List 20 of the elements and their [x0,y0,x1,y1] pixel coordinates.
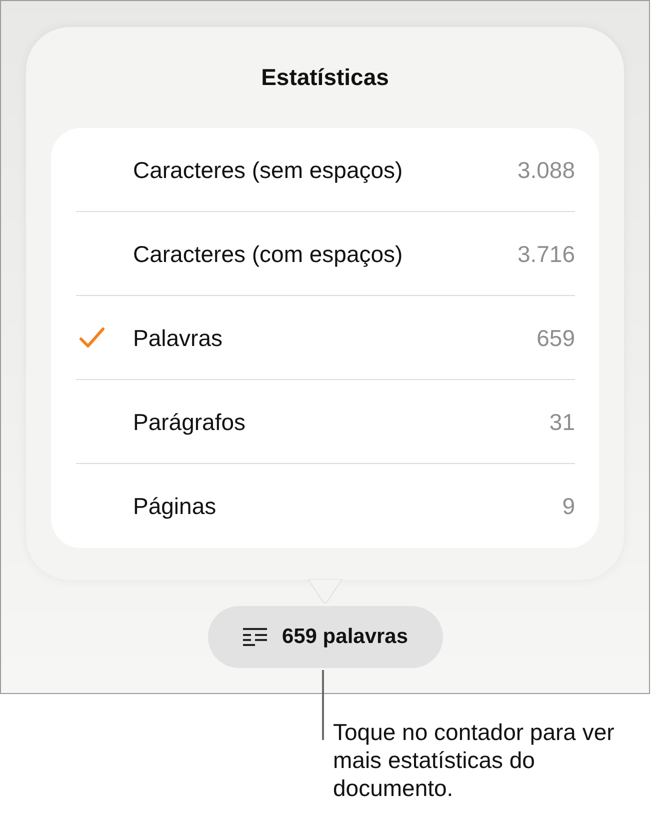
text-lines-icon [242,627,268,647]
statistic-row[interactable]: Palavras 659 [51,296,599,380]
statistic-label: Caracteres (com espaços) [133,240,404,268]
popover-title: Estatísticas [261,64,389,91]
callout-text: Toque no contador para ver mais estatísticas do documento. [333,718,616,802]
word-count-button[interactable]: 659 palavras [208,606,442,668]
statistic-label: Parágrafos [133,408,247,436]
statistic-label: Caracteres (sem espaços) [133,156,404,184]
statistic-value: 3.716 [517,240,576,268]
leader-line [322,670,324,740]
statistic-row[interactable]: Páginas 9 [51,464,599,548]
statistic-value: 31 [549,408,576,436]
statistic-label: Palavras [133,324,224,352]
statistic-value: 3.088 [517,156,576,184]
statistic-value: 659 [536,324,576,352]
statistic-row[interactable]: Parágrafos 31 [51,380,599,464]
statistic-row[interactable]: Caracteres (com espaços) 3.716 [51,212,599,296]
statistic-value: 9 [562,492,576,520]
statistic-label: Páginas [133,492,218,520]
statistic-row[interactable]: Caracteres (sem espaços) 3.088 [51,128,599,212]
